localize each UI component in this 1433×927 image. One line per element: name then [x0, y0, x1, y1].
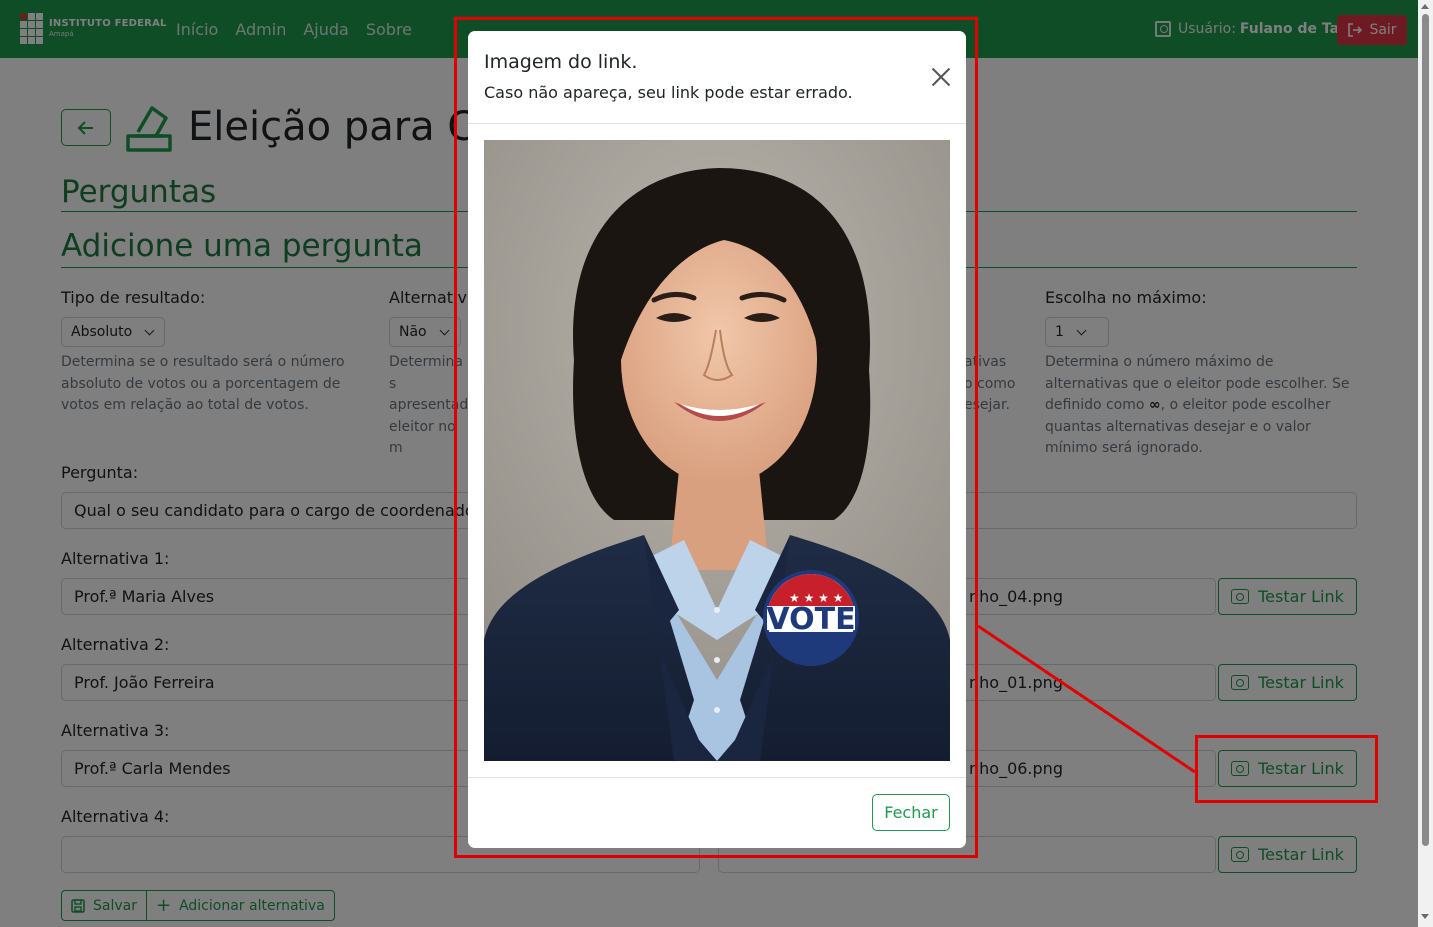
annotation-connector	[977, 624, 1196, 774]
